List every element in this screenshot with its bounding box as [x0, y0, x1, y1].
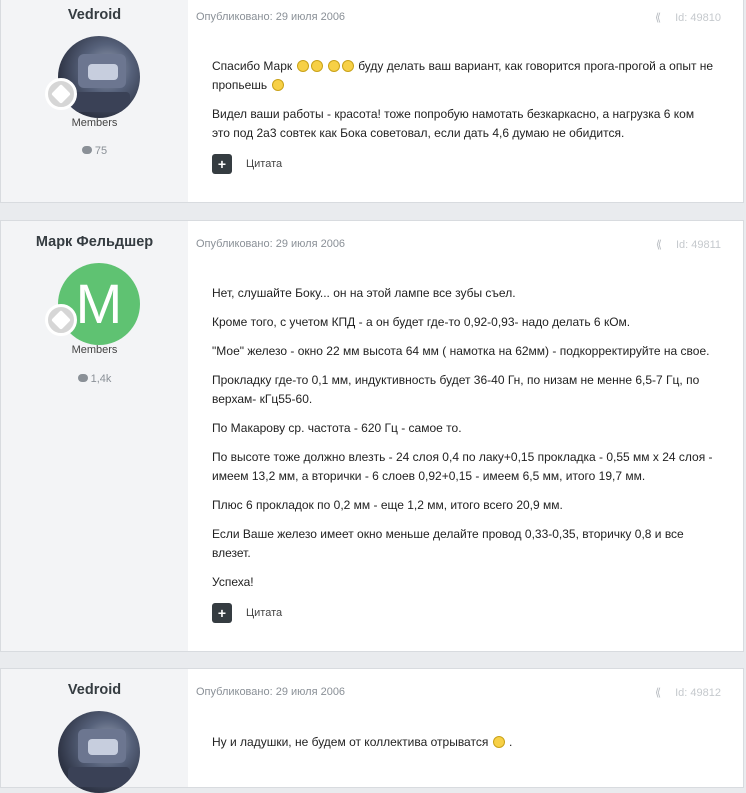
- paragraph: Если Ваше железо имеет окно меньше делай…: [212, 527, 684, 560]
- post-date: Опубликовано: 29 июля 2006: [196, 686, 346, 698]
- wink-icon: [310, 60, 323, 72]
- post-meta-right: ⟪ Id: 49812: [655, 686, 721, 699]
- paragraph: По высоте тоже должно влезть - 24 слоя 0…: [212, 450, 713, 483]
- author-panel: Vedroid Members 75: [1, 0, 188, 202]
- rank-badge-icon: [45, 304, 77, 336]
- laugh-icon: [492, 736, 505, 748]
- post-date: Опубликовано: 29 июля 2006: [196, 238, 346, 250]
- post: Vedroid Опубликовано: 29 июля 2006 ⟪ Id: …: [0, 668, 744, 793]
- rank-badge-icon: [45, 78, 77, 110]
- plus-icon[interactable]: +: [212, 154, 232, 174]
- share-icon[interactable]: ⟪: [656, 238, 662, 251]
- paragraph: Видел ваши работы - красота! тоже попроб…: [212, 107, 695, 140]
- smile-icon: [296, 60, 309, 72]
- post: Vedroid Members 75 Опубликовано: 29 июля…: [0, 0, 744, 203]
- author-name[interactable]: Vedroid: [1, 682, 188, 698]
- paragraph: Спасибо Марк буду делать ваш вариант, ка…: [212, 59, 714, 92]
- member-group: Members: [71, 344, 118, 356]
- author-name[interactable]: Vedroid: [1, 7, 188, 23]
- paragraph: "Мое" железо - окно 22 мм высота 64 мм (…: [212, 344, 710, 358]
- post-body: Нет, слушайте Боку... он на этой лампе в…: [212, 284, 715, 602]
- post-count-value: 75: [94, 145, 108, 157]
- paragraph: Успеха!: [212, 575, 254, 589]
- member-group: Members: [71, 117, 118, 129]
- post-date: Опубликовано: 29 июля 2006: [196, 11, 346, 23]
- post-meta-right: ⟪ Id: 49811: [656, 238, 721, 251]
- plus-icon[interactable]: +: [212, 603, 232, 623]
- author-panel: Марк Фельдшер M Members 1,4k: [1, 221, 188, 651]
- speech-bubble-icon: [81, 146, 92, 154]
- speech-bubble-icon: [77, 374, 88, 382]
- paragraph: Плюс 6 прокладок по 0,2 мм - еще 1,2 мм,…: [212, 498, 563, 512]
- smile-icon: [341, 60, 354, 72]
- author-panel: Vedroid: [1, 669, 188, 793]
- quote-action[interactable]: + Цитата: [212, 154, 282, 174]
- paragraph: Нет, слушайте Боку... он на этой лампе в…: [212, 286, 516, 300]
- post-count-value: 1,4k: [90, 373, 112, 385]
- avatar[interactable]: [58, 711, 140, 793]
- laugh-icon: [271, 79, 284, 91]
- post-id: Id: 49810: [675, 12, 721, 24]
- post-content: Опубликовано: 29 июля 2006 ⟪ Id: 49812 Ну…: [188, 669, 743, 787]
- post-id: Id: 49812: [675, 687, 721, 699]
- paragraph: Ну и ладушки, не будем от коллектива отр…: [212, 735, 513, 749]
- paragraph: По Макарову ср. частота - 620 Гц - самое…: [212, 421, 462, 435]
- post-content: Опубликовано: 29 июля 2006 ⟪ Id: 49811 Не…: [188, 221, 743, 651]
- quote-label[interactable]: Цитата: [246, 607, 282, 619]
- paragraph: Прокладку где-то 0,1 мм, индуктивность б…: [212, 373, 700, 406]
- author-name[interactable]: Марк Фельдшер: [1, 234, 188, 250]
- quote-action[interactable]: + Цитата: [212, 603, 282, 623]
- paragraph: Кроме того, с учетом КПД - а он будет гд…: [212, 315, 631, 329]
- post: Марк Фельдшер M Members 1,4k Опубликован…: [0, 220, 744, 652]
- post-count: 75: [1, 145, 188, 157]
- post-body: Ну и ладушки, не будем от коллектива отр…: [212, 733, 715, 762]
- share-icon[interactable]: ⟪: [655, 686, 661, 699]
- quote-label[interactable]: Цитата: [246, 158, 282, 170]
- post-body: Спасибо Марк буду делать ваш вариант, ка…: [212, 57, 715, 153]
- post-content: Опубликовано: 29 июля 2006 ⟪ Id: 49810 Сп…: [188, 0, 743, 202]
- post-count: 1,4k: [1, 373, 188, 385]
- share-icon[interactable]: ⟪: [655, 11, 661, 24]
- post-id: Id: 49811: [675, 239, 721, 251]
- beer-icon: [327, 60, 340, 72]
- post-meta-right: ⟪ Id: 49810: [655, 11, 721, 24]
